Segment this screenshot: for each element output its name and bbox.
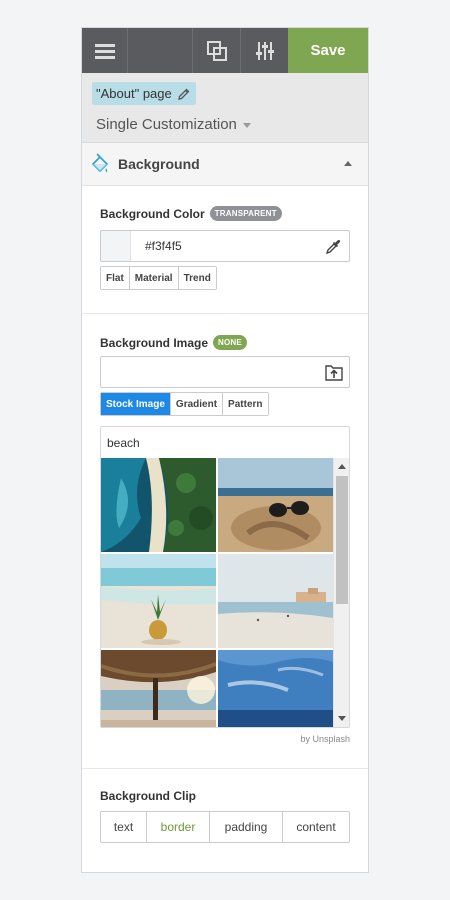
eyedropper-icon[interactable] [326,239,341,254]
color-swatch[interactable] [101,231,131,261]
unsplash-credit[interactable]: by Unsplash [100,734,350,744]
menu-button[interactable] [82,28,128,73]
hamburger-menu-icon [94,43,115,59]
chevron-down-icon [242,123,251,128]
chevron-up-icon[interactable] [344,161,352,166]
scrollbar-thumb[interactable] [336,476,348,604]
tab-stock-image[interactable]: Stock Image [101,393,171,415]
page-chip[interactable]: "About" page [92,82,196,105]
color-field[interactable]: #f3f4f5 [100,230,350,262]
clip-options: text border padding content [100,811,350,843]
layers-icon [206,40,227,61]
scroll-down-arrow-icon[interactable] [338,716,346,721]
clip-border-button[interactable]: border [147,812,210,842]
stock-image-thumbnail[interactable] [101,458,216,552]
stock-image-thumbnail[interactable] [101,650,216,727]
palette-flat-button[interactable]: Flat [101,267,130,289]
stock-image-thumbnail[interactable] [218,554,333,648]
none-badge[interactable]: NONE [213,335,247,350]
page-chip-label: "About" page [96,86,172,101]
image-url-field[interactable] [100,356,350,388]
background-clip-group: Background Clip text border padding cont… [82,769,368,843]
transparent-badge[interactable]: TRANSPARENT [209,206,282,221]
page-header: "About" page Single Customization [82,73,368,143]
customization-label: Single Customization [96,116,237,133]
upload-folder-icon[interactable] [325,363,343,381]
save-button[interactable]: Save [288,28,368,73]
toolbar: Save [82,28,368,73]
background-image-label: Background Image [100,335,209,350]
toolbar-spacer [128,28,193,73]
pencil-icon[interactable] [177,88,190,100]
background-section-header[interactable]: Background [82,143,368,186]
image-grid-scrollbar[interactable] [333,458,349,727]
background-color-group: Background Color TRANSPARENT #f3f4f5 Fla… [82,186,368,313]
stock-image-thumbnail[interactable] [218,458,333,552]
palette-material-button[interactable]: Material [129,267,179,289]
palette-trend-button[interactable]: Trend [178,267,216,289]
background-clip-label: Background Clip [100,789,197,803]
settings-button[interactable] [241,28,288,73]
paint-bucket-icon [91,153,109,173]
stock-image-browser: beach [100,426,350,728]
image-source-tabs: Stock Image Gradient Pattern [100,392,269,416]
image-grid [101,458,333,727]
clip-content-button[interactable]: content [283,812,349,842]
stock-image-thumbnail[interactable] [218,650,333,727]
customization-dropdown[interactable]: Single Customization [96,116,251,133]
layers-button[interactable] [193,28,241,73]
scroll-up-arrow-icon[interactable] [338,464,346,469]
background-color-label: Background Color [100,206,205,221]
image-grid-viewport [101,458,349,727]
customizer-panel: Save "About" page Single Customization B… [81,27,369,873]
stock-image-thumbnail[interactable] [101,554,216,648]
clip-text-button[interactable]: text [101,812,147,842]
clip-padding-button[interactable]: padding [210,812,283,842]
tab-pattern[interactable]: Pattern [223,393,268,415]
background-image-group: Background Image NONE Stock Image Gradie… [82,314,368,768]
section-title: Background [118,156,200,172]
tab-gradient[interactable]: Gradient [170,393,224,415]
color-value[interactable]: #f3f4f5 [145,239,182,253]
sliders-icon [255,41,274,60]
search-input[interactable]: beach [101,427,349,458]
palette-group: Flat Material Trend [100,266,217,290]
